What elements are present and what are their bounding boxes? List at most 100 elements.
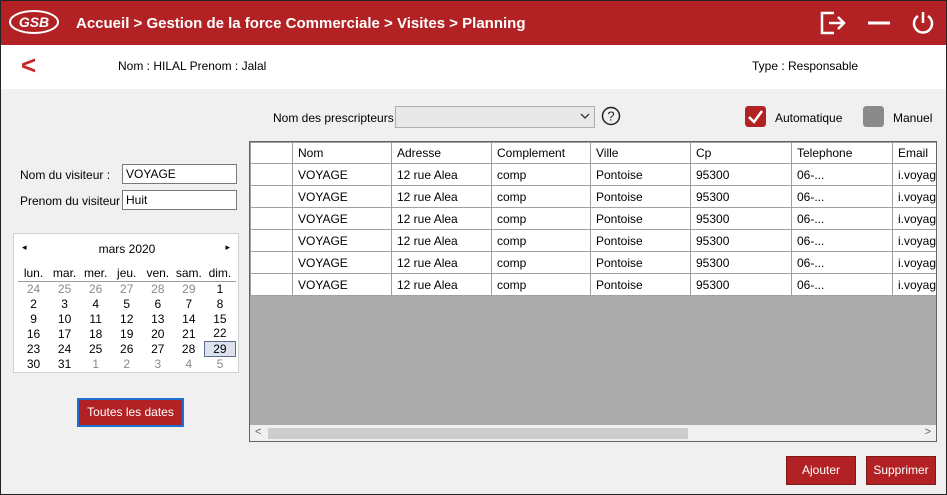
column-header-cp[interactable]: Cp [690,142,792,164]
calendar-day[interactable]: 19 [111,326,142,341]
cell-nom[interactable]: VOYAGE [292,207,392,230]
calendar-day[interactable]: 10 [49,311,80,326]
calendar-day[interactable]: 17 [49,326,80,341]
table-row[interactable]: VOYAGE 12 rue Alea comp Pontoise 95300 0… [250,207,936,230]
column-header-nom[interactable]: Nom [292,142,392,164]
automatique-checkbox[interactable] [745,106,766,127]
cell-telephone[interactable]: 06-... [791,229,893,252]
column-header-complement[interactable]: Complement [491,142,591,164]
cell-cp[interactable]: 95300 [690,251,792,274]
cell-adresse[interactable]: 12 rue Alea [391,273,492,296]
calendar-day[interactable]: 25 [49,281,80,296]
column-header-email[interactable]: Email [892,142,936,164]
calendar-day[interactable]: 14 [173,311,204,326]
calendar-day[interactable]: 29 [173,281,204,296]
cell-ville[interactable]: Pontoise [590,273,691,296]
cell-email[interactable]: i.voyage [892,273,936,296]
row-header[interactable] [250,185,293,208]
column-header-adresse[interactable]: Adresse [391,142,492,164]
cell-ville[interactable]: Pontoise [590,163,691,186]
toutes-les-dates-button[interactable]: Toutes les dates [77,398,184,427]
calendar-day[interactable]: 9 [18,311,49,326]
cell-email[interactable]: i.voyage [892,163,936,186]
calendar-next-button[interactable]: ▸ [225,242,230,253]
calendar-day[interactable]: 3 [49,296,80,311]
table-row[interactable]: VOYAGE 12 rue Alea comp Pontoise 95300 0… [250,163,936,186]
row-header[interactable] [250,207,293,230]
scrollbar-thumb[interactable] [268,428,688,439]
prescripteurs-select[interactable] [395,106,595,128]
cell-ville[interactable]: Pontoise [590,251,691,274]
power-icon[interactable] [909,10,937,36]
cell-cp[interactable]: 95300 [690,273,792,296]
calendar-day[interactable]: 25 [80,341,111,356]
cell-adresse[interactable]: 12 rue Alea [391,207,492,230]
cell-telephone[interactable]: 06-... [791,185,893,208]
cell-telephone[interactable]: 06-... [791,273,893,296]
calendar-day[interactable]: 20 [142,326,173,341]
calendar-day[interactable]: 27 [142,341,173,356]
column-header-ville[interactable]: Ville [590,142,691,164]
month-calendar[interactable]: ◂ mars 2020 ▸ lun. mar. mer. jeu. ven. s… [13,233,239,373]
calendar-day[interactable]: 26 [111,341,142,356]
table-row[interactable]: VOYAGE 12 rue Alea comp Pontoise 95300 0… [250,251,936,274]
cell-adresse[interactable]: 12 rue Alea [391,229,492,252]
supprimer-button[interactable]: Supprimer [866,456,936,485]
table-row[interactable]: VOYAGE 12 rue Alea comp Pontoise 95300 0… [250,229,936,252]
cell-complement[interactable]: comp [491,163,591,186]
calendar-day[interactable]: 18 [80,326,111,341]
calendar-day[interactable]: 31 [49,356,80,371]
scroll-right-button[interactable]: > [925,426,931,438]
calendar-day[interactable]: 28 [173,341,204,356]
calendar-day[interactable]: 15 [204,311,235,326]
calendar-day-selected[interactable]: 29 [203,340,237,357]
calendar-day[interactable]: 5 [111,296,142,311]
visiteur-prenom-field[interactable]: Huit [122,190,237,210]
help-icon[interactable]: ? [601,106,621,126]
manuel-checkbox[interactable] [863,106,884,127]
cell-nom[interactable]: VOYAGE [292,251,392,274]
cell-email[interactable]: i.voyage [892,251,936,274]
cell-complement[interactable]: comp [491,251,591,274]
cell-complement[interactable]: comp [491,229,591,252]
calendar-day[interactable]: 21 [173,326,204,341]
calendar-day[interactable]: 13 [142,311,173,326]
calendar-day[interactable]: 16 [18,326,49,341]
calendar-day[interactable]: 6 [142,296,173,311]
calendar-day[interactable]: 30 [18,356,49,371]
cell-adresse[interactable]: 12 rue Alea [391,163,492,186]
back-button[interactable]: < [21,51,36,79]
calendar-day[interactable]: 8 [204,296,235,311]
calendar-day[interactable]: 2 [18,296,49,311]
cell-nom[interactable]: VOYAGE [292,273,392,296]
cell-telephone[interactable]: 06-... [791,163,893,186]
cell-ville[interactable]: Pontoise [590,185,691,208]
calendar-day[interactable]: 28 [142,281,173,296]
calendar-day[interactable]: 27 [111,281,142,296]
cell-adresse[interactable]: 12 rue Alea [391,251,492,274]
cell-cp[interactable]: 95300 [690,163,792,186]
calendar-day[interactable]: 22 [204,326,235,341]
cell-complement[interactable]: comp [491,207,591,230]
calendar-day[interactable]: 5 [204,356,235,371]
calendar-day[interactable]: 4 [173,356,204,371]
calendar-day[interactable]: 11 [80,311,111,326]
visiteur-nom-field[interactable]: VOYAGE [122,164,237,184]
calendar-day[interactable]: 4 [80,296,111,311]
table-row[interactable]: VOYAGE 12 rue Alea comp Pontoise 95300 0… [250,185,936,208]
calendar-day[interactable]: 2 [111,356,142,371]
grid-horizontal-scrollbar[interactable]: < > [249,425,937,442]
cell-ville[interactable]: Pontoise [590,229,691,252]
cell-nom[interactable]: VOYAGE [292,185,392,208]
cell-complement[interactable]: comp [491,273,591,296]
calendar-day[interactable]: 24 [49,341,80,356]
row-header[interactable] [250,163,293,186]
ajouter-button[interactable]: Ajouter [786,456,856,485]
row-header[interactable] [250,229,293,252]
column-header-telephone[interactable]: Telephone [791,142,893,164]
calendar-day[interactable]: 23 [18,341,49,356]
cell-nom[interactable]: VOYAGE [292,229,392,252]
cell-nom[interactable]: VOYAGE [292,163,392,186]
cell-cp[interactable]: 95300 [690,229,792,252]
cell-email[interactable]: i.voyage [892,207,936,230]
